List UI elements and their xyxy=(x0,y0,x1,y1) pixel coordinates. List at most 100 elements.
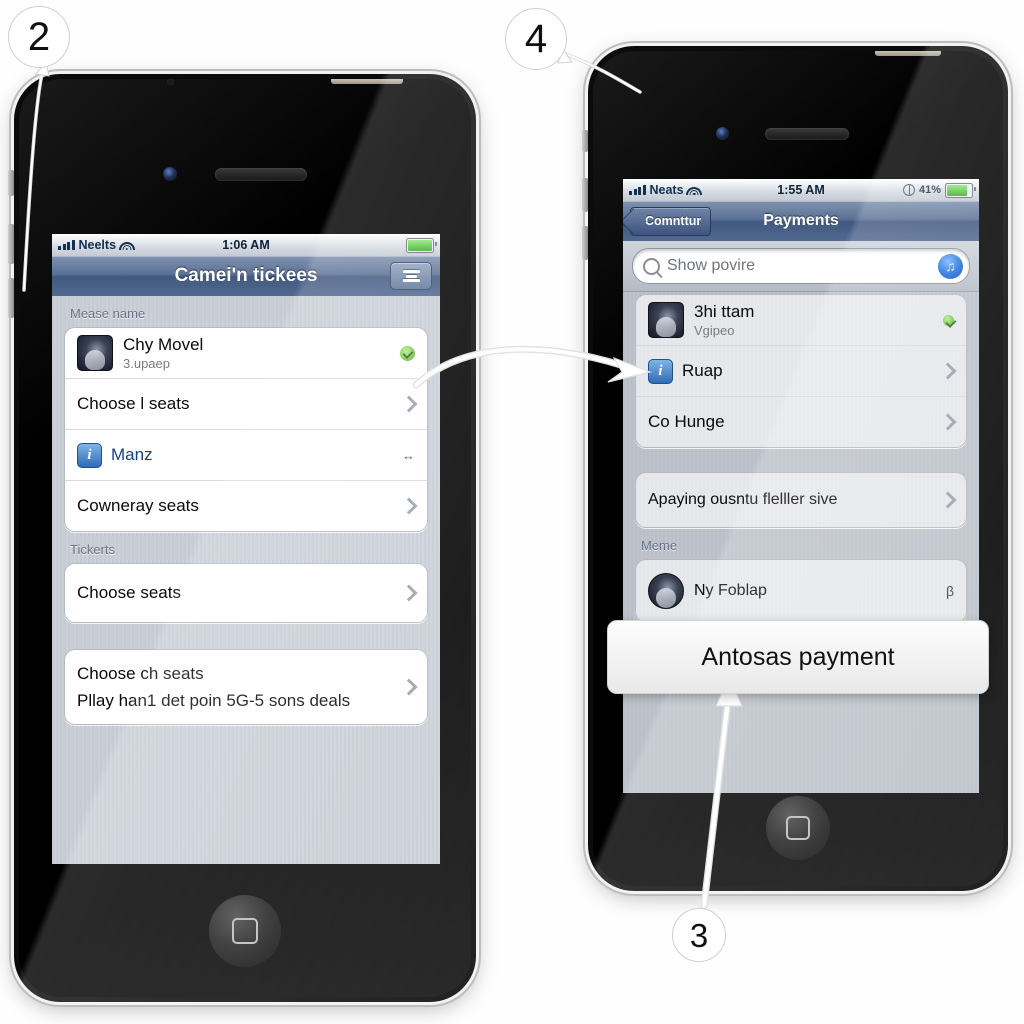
list-group-3: Choose ch seats Pllay han1 det poin 5G-5… xyxy=(64,649,428,725)
green-refresh-badge-icon xyxy=(400,345,415,361)
list-item-choose-l-seats[interactable]: Choose l seats xyxy=(65,379,427,430)
section-header-tickerts: Tickerts xyxy=(70,542,116,557)
list-group-2: Apaying ousntu flelller sive xyxy=(635,472,967,528)
list-item-co-hunge[interactable]: Co Hunge xyxy=(636,397,966,447)
row-text: Choose seats xyxy=(77,583,395,603)
status-bar-right: Neats 1:55 AM 41% xyxy=(623,179,979,201)
chevron-right-icon xyxy=(400,678,418,696)
row-text: Ruap xyxy=(682,361,934,381)
row-text: Apaying ousntu flelller sive xyxy=(648,491,934,509)
row-title: 3hi ttam xyxy=(694,302,755,321)
earpiece-speaker xyxy=(215,168,307,181)
callout-marker-2: 2 xyxy=(8,6,70,68)
list-item-contact[interactable]: 3hi ttam Vgipeo xyxy=(636,295,966,346)
status-right-group: 41% xyxy=(902,182,976,198)
callout-number: 2 xyxy=(27,15,51,59)
list-item-manz[interactable]: i Manz ↔ xyxy=(65,430,427,481)
home-button[interactable] xyxy=(209,895,281,967)
contact-avatar xyxy=(77,335,113,371)
row-secondary-title: Pllay han1 det poin 5G-5 sons deals xyxy=(77,690,351,710)
row-text: Chy Movel 3.upaep xyxy=(123,335,400,371)
earpiece-speaker xyxy=(765,128,849,140)
front-camera-icon xyxy=(716,127,729,140)
screen-left: Neelts 1:06 AM Camei'n tickees Mease nam… xyxy=(52,234,440,864)
diagram-canvas: 2 4 3 Neelts 1:06 AM Camei'n tickees Mea… xyxy=(0,0,1024,1024)
row-title: Ny Foblap xyxy=(694,582,767,599)
double-arrow-icon: ↔ xyxy=(402,447,415,463)
row-title: Choose l seats xyxy=(77,394,190,413)
row-subtitle: Vgipeo xyxy=(694,323,735,338)
list-lines-icon-button[interactable] xyxy=(390,262,432,290)
tooltip-banner: Antosas payment xyxy=(607,620,989,694)
clock-label: 1:06 AM xyxy=(222,238,270,252)
search-icon xyxy=(643,257,660,275)
list-item-choose-ch-seats[interactable]: Choose ch seats Pllay han1 det poin 5G-5… xyxy=(65,650,427,724)
section-header-meme: Meme xyxy=(641,538,678,553)
row-title: Ruap xyxy=(682,361,723,380)
volume-down-button[interactable] xyxy=(582,226,588,260)
nav-bar-left: Camei'n tickees xyxy=(52,256,440,297)
list-item-ruap[interactable]: i Ruap xyxy=(636,346,966,397)
contact-avatar xyxy=(648,573,684,609)
back-button[interactable]: Comnttur xyxy=(630,206,712,236)
row-title: Choose seats xyxy=(77,583,181,602)
row-text: Co Hunge xyxy=(648,412,934,432)
list-item-ny-foblap[interactable]: Ny Foblap β xyxy=(636,560,966,622)
row-subtitle: 3.upaep xyxy=(123,356,170,371)
volume-up-button[interactable] xyxy=(8,224,14,264)
do-not-disturb-icon xyxy=(902,184,915,196)
search-input[interactable]: Show povire ♫ xyxy=(632,248,970,284)
phone-device-left: Neelts 1:06 AM Camei'n tickees Mease nam… xyxy=(8,74,476,1002)
battery-icon xyxy=(406,237,437,253)
home-button[interactable] xyxy=(766,796,830,860)
volume-down-button[interactable] xyxy=(8,278,14,318)
list-group-2: Choose seats xyxy=(64,563,428,623)
callout-number: 3 xyxy=(689,916,709,954)
phone-body-left: Neelts 1:06 AM Camei'n tickees Mease nam… xyxy=(19,79,471,997)
chevron-right-icon xyxy=(400,497,418,515)
phone-body-right: Neats 1:55 AM 41% Comnttur Payments Show… xyxy=(593,51,1003,886)
search-placeholder: Show povire xyxy=(667,257,756,274)
chevron-right-icon xyxy=(400,395,418,413)
row-title: Choose ch seats xyxy=(77,663,204,683)
nav-bar-right: Comnttur Payments xyxy=(623,201,979,242)
front-camera-icon xyxy=(163,167,177,181)
back-button-label: Comnttur xyxy=(645,214,702,228)
content-scroll-right[interactable]: Show povire ♫ 3hi ttam Vgipeo i Ruap Co … xyxy=(623,241,979,793)
status-bar-left: Neelts 1:06 AM xyxy=(52,234,440,256)
mic-button-icon[interactable]: ♫ xyxy=(938,253,963,279)
list-item-cowneray-seats[interactable]: Cowneray seats xyxy=(65,481,427,531)
b-glyph-icon: β xyxy=(945,583,954,599)
chevron-right-icon xyxy=(939,362,957,380)
callout-marker-3: 3 xyxy=(672,908,726,962)
row-title: Apaying ousntu flelller sive xyxy=(648,491,838,508)
row-text: Ny Foblap xyxy=(694,582,946,600)
list-item-apaying[interactable]: Apaying ousntu flelller sive xyxy=(636,473,966,527)
list-item-choose-seats[interactable]: Choose seats xyxy=(65,564,427,622)
row-text: Cowneray seats xyxy=(77,496,395,516)
info-blue-icon: i xyxy=(648,358,673,384)
list-item-contact[interactable]: Chy Movel 3.upaep xyxy=(65,328,427,379)
row-text: Choose ch seats Pllay han1 det poin 5G-5… xyxy=(77,664,395,711)
green-badge-icon xyxy=(943,314,954,326)
contact-avatar xyxy=(648,302,684,338)
microphone xyxy=(167,79,174,85)
page-title: Camei'n tickees xyxy=(174,265,318,286)
tooltip-label: Antosas payment xyxy=(701,642,895,671)
volume-up-button[interactable] xyxy=(582,178,588,212)
callout-marker-4: 4 xyxy=(505,8,567,70)
top-antenna-band xyxy=(331,79,403,84)
chevron-right-icon xyxy=(400,584,418,602)
row-title: Chy Movel xyxy=(123,335,204,354)
top-antenna-band xyxy=(875,51,941,56)
silent-switch[interactable] xyxy=(8,170,14,196)
content-scroll-left[interactable]: Mease name Chy Movel 3.upaep Choose l se… xyxy=(52,296,440,864)
list-group-3: Ny Foblap β xyxy=(635,559,967,623)
chevron-right-icon xyxy=(939,491,957,509)
info-blue-icon: i xyxy=(77,442,102,468)
battery-icon xyxy=(945,182,976,198)
battery-percent-label: 41% xyxy=(918,184,941,196)
silent-switch[interactable] xyxy=(582,130,588,152)
chevron-right-icon xyxy=(939,413,957,431)
status-right-group xyxy=(406,237,437,253)
